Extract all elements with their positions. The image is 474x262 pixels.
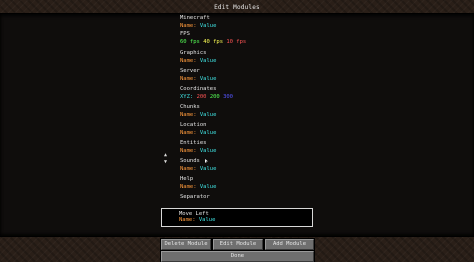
selected-module-box[interactable]: Move Left Name: Value [161, 208, 313, 227]
module-item[interactable]: Separator [180, 194, 320, 200]
module-item[interactable]: Help Name: Value [180, 176, 320, 190]
module-value-label: Name: [180, 23, 200, 29]
module-value-text: Value [199, 166, 217, 172]
screen-title: Edit Modules [214, 4, 260, 11]
module-value-text: 200 [209, 94, 220, 100]
module-name: Location [180, 122, 207, 128]
module-name: Server [180, 68, 200, 74]
module-value-text: Value [199, 58, 217, 64]
add-module-button[interactable]: Add Module [264, 238, 315, 251]
module-name: Graphics [180, 50, 207, 56]
module-values: Name: Value [180, 148, 320, 154]
module-values: Name: Value [180, 130, 320, 136]
module-item[interactable]: Minecraft Name: Value [180, 15, 320, 29]
module-value-label: Name: [180, 130, 200, 136]
module-values: Name: Value [180, 112, 320, 118]
module-value-text: Value [199, 76, 217, 82]
scroll-up-icon[interactable]: ▲ [164, 152, 167, 159]
done-button[interactable]: Done [160, 250, 315, 262]
module-name: Help [180, 176, 194, 182]
module-value-label: Name: [180, 58, 200, 64]
module-values: Name: Value [180, 23, 320, 29]
selected-module-value-value: Value [198, 217, 216, 223]
module-value-text: 300 [223, 94, 233, 100]
module-item[interactable]: Coordinates XYZ: 200 200 300 [180, 86, 320, 100]
selected-module-value-label: Name: [179, 217, 199, 223]
module-values: Name: Value [180, 58, 320, 64]
module-value-text: Value [199, 23, 217, 29]
module-value-text: XYZ: [180, 94, 194, 100]
scroll-arrows[interactable]: ▲ ▼ [164, 152, 167, 166]
module-name: Coordinates [180, 86, 217, 92]
module-list-panel[interactable]: Minecraft Name: Value FPS 60 fps 40 fps 10 … [0, 13, 474, 237]
module-value-text: Value [199, 184, 217, 190]
module-item[interactable]: Entities Name: Value [180, 140, 320, 154]
module-values: Name: Value [180, 76, 320, 82]
module-value-label: Name: [180, 112, 200, 118]
module-item[interactable]: Server Name: Value [180, 68, 320, 82]
module-value-text: Value [199, 112, 217, 118]
module-values: Name: Value [180, 166, 320, 172]
module-value-text: 200 [196, 94, 207, 100]
selected-module-values: Name: Value [179, 217, 215, 223]
module-name: Entities [180, 140, 207, 146]
scroll-down-icon[interactable]: ▼ [164, 159, 167, 166]
module-item[interactable]: Chunks Name: Value [180, 104, 320, 118]
module-value-text: Value [199, 148, 217, 154]
module-item[interactable]: Sounds Name: Value [180, 158, 320, 172]
module-item[interactable]: Location Name: Value [180, 122, 320, 136]
edit-module-button[interactable]: Edit Module [212, 238, 264, 251]
module-name: Minecraft [180, 15, 210, 21]
module-name: Sounds [180, 158, 200, 164]
module-item[interactable]: FPS 60 fps 40 fps 10 fps [180, 31, 320, 45]
delete-module-button[interactable]: Delete Module [160, 238, 212, 251]
module-value-text: Value [199, 130, 217, 136]
module-value-text: 10 fps [226, 39, 247, 45]
module-value-label: Name: [180, 148, 200, 154]
module-item[interactable]: Graphics Name: Value [180, 50, 320, 64]
module-value-label: Name: [180, 166, 200, 172]
module-value-label: Name: [180, 184, 200, 190]
module-name: FPS [180, 31, 190, 37]
module-name: Separator [180, 194, 210, 200]
module-values: XYZ: 200 200 300 [180, 94, 320, 100]
module-value-text: 60 fps [180, 39, 200, 45]
module-name: Chunks [180, 104, 200, 110]
module-value-label: Name: [180, 76, 200, 82]
module-value-text: 40 fps [203, 39, 224, 45]
module-values: 60 fps 40 fps 10 fps [180, 39, 320, 45]
module-values: Name: Value [180, 184, 320, 190]
